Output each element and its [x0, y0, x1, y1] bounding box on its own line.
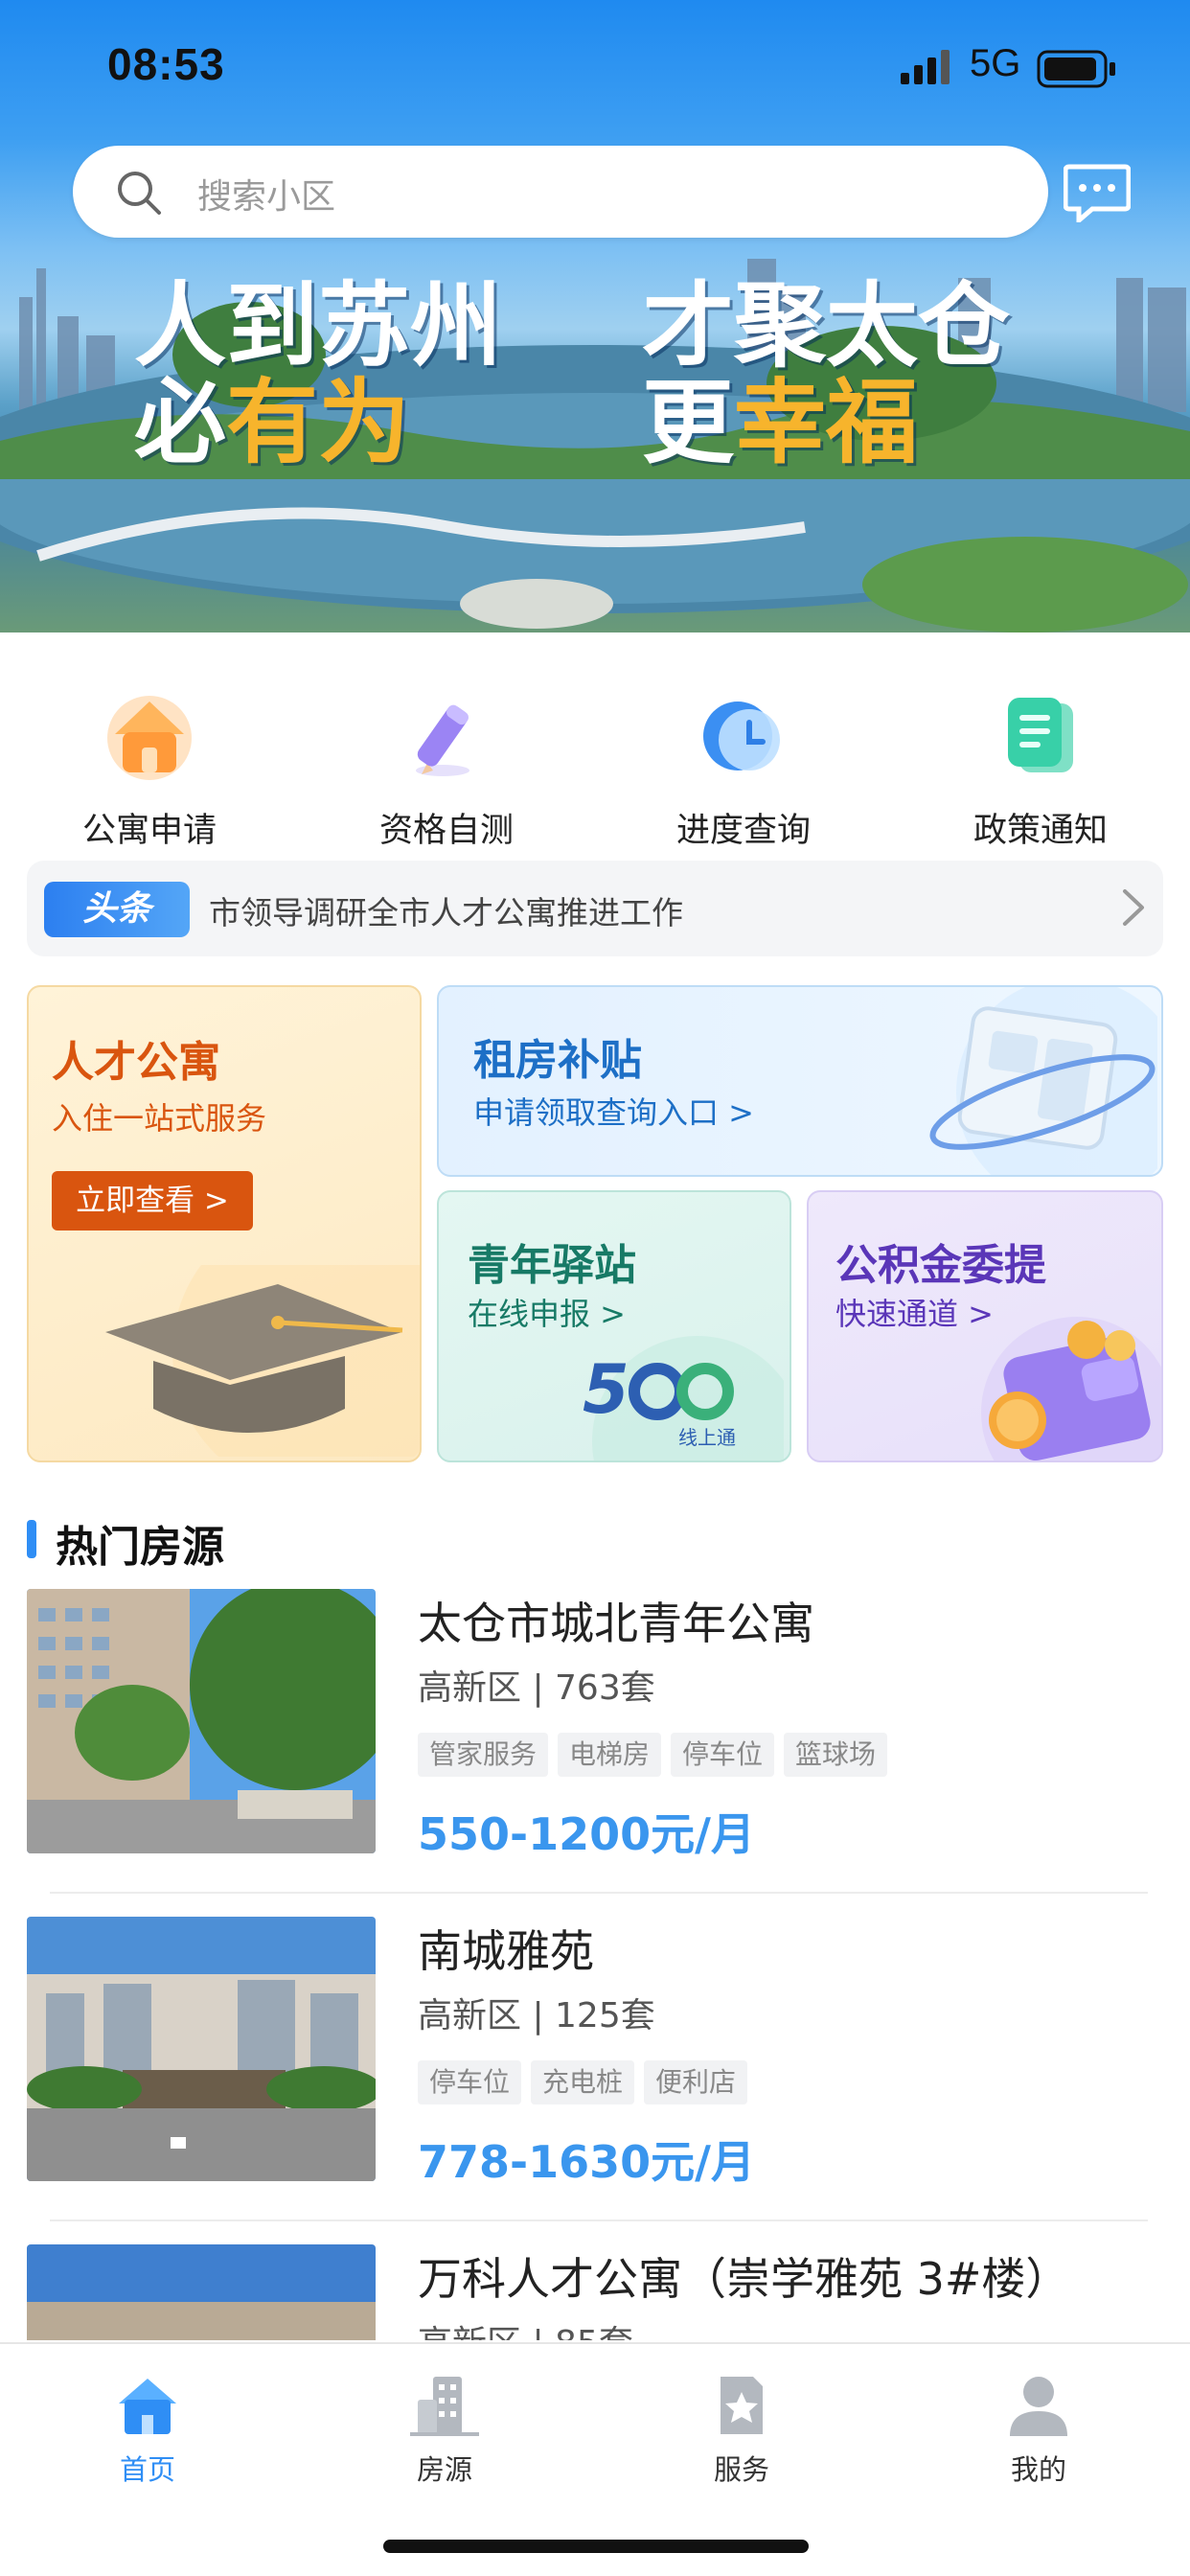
quick-entry-self-test[interactable]: 资格自测 — [322, 690, 571, 853]
listing-item[interactable]: 南城雅苑 高新区 | 125套 停车位 充电桩 便利店 778-1630元/月 — [27, 1917, 1163, 2204]
card-title: 公积金委提 — [835, 1241, 1046, 1290]
card-title: 人才公寓 — [52, 1038, 220, 1087]
listing-meta: 高新区 | 125套 — [418, 1996, 655, 2036]
message-icon[interactable] — [1064, 163, 1131, 222]
slogan-right-line1: 才聚太仓 — [642, 272, 1010, 380]
chevron-right-icon — [1123, 889, 1144, 926]
banner-slogan-right: 才聚太仓 更幸福 — [642, 278, 1010, 472]
home-indicator[interactable] — [383, 2540, 809, 2553]
card-youth-station[interactable]: 青年驿站 在线申报 > 5 线上通 — [437, 1190, 791, 1462]
listing-item[interactable]: 万科人才公寓（崇学雅苑 3#楼） 高新区 | 85套 — [27, 2244, 1163, 2340]
quick-entry-label: 公寓申请 — [81, 812, 217, 850]
pencil-icon — [416, 704, 469, 776]
listing-tag: 停车位 — [671, 1733, 775, 1777]
headline-tag: 头条 — [44, 882, 190, 937]
listing-tag: 便利店 — [644, 2060, 748, 2104]
slogan-right-line2: 更幸福 — [642, 374, 1010, 472]
youth-logo-text: 线上通 — [678, 1426, 736, 1449]
search-icon — [118, 172, 161, 215]
listing-photo — [27, 1589, 376, 1853]
document-icon — [1008, 698, 1073, 772]
card-subtitle: 在线申报 > — [468, 1296, 626, 1332]
quick-entry-label: 资格自测 — [378, 812, 514, 850]
search-input[interactable]: 搜索小区 — [73, 146, 1048, 238]
listing-divider — [50, 2220, 1148, 2221]
tab-label: 我的 — [1010, 2453, 1066, 2486]
network-type: 5G — [970, 42, 1021, 84]
tab-profile[interactable]: 我的 — [943, 2365, 1134, 2499]
status-time: 08:53 — [107, 39, 225, 89]
listing-name: 南城雅苑 — [418, 1925, 594, 1977]
graduation-cap-icon — [105, 1265, 420, 1457]
listing-meta: 高新区 | 763套 — [418, 1668, 655, 1708]
quick-entry-progress[interactable]: 进度查询 — [619, 690, 868, 853]
listing-photo — [27, 1917, 376, 2181]
slogan-right-char: 更 — [642, 368, 734, 476]
building-icon — [410, 2377, 479, 2436]
section-title: 热门房源 — [56, 1523, 224, 1572]
user-icon — [1010, 2377, 1067, 2436]
headline-text: 市领导调研全市人才公寓推进工作 — [209, 894, 683, 932]
status-bar: 08:53 5G — [0, 0, 1190, 134]
listing-price: 550-1200元/月 — [418, 1808, 755, 1860]
tab-services[interactable]: 服务 — [646, 2365, 837, 2499]
listing-photo — [27, 2244, 376, 2340]
wallet-coin-icon — [981, 1317, 1161, 1460]
slogan-left-line2: 必有为 — [134, 374, 502, 472]
tab-label: 房源 — [416, 2453, 472, 2486]
youth-500-logo-icon: 5 — [583, 1336, 784, 1460]
listing-divider — [50, 1892, 1148, 1894]
listing-tags: 停车位 充电桩 便利店 — [418, 2060, 748, 2104]
slogan-left-accent: 有为 — [226, 368, 410, 476]
listing-item[interactable]: 太仓市城北青年公寓 高新区 | 763套 管家服务 电梯房 停车位 篮球场 55… — [27, 1589, 1163, 1876]
card-subtitle: 入住一站式服务 — [52, 1100, 267, 1137]
headline-news[interactable]: 头条 市领导调研全市人才公寓推进工作 — [27, 861, 1163, 956]
clock-icon — [703, 702, 780, 770]
slogan-left-char: 必 — [134, 368, 226, 476]
listing-tag: 停车位 — [418, 2060, 522, 2104]
quick-entry-policy[interactable]: 政策通知 — [916, 690, 1165, 853]
card-provident-fund[interactable]: 公积金委提 快速通道 > — [807, 1190, 1163, 1462]
listing-tag: 充电桩 — [531, 2060, 635, 2104]
tab-label: 首页 — [119, 2453, 175, 2486]
cellular-signal-icon — [901, 50, 950, 84]
tab-listings[interactable]: 房源 — [349, 2365, 540, 2499]
search-placeholder: 搜索小区 — [197, 177, 336, 217]
listing-tag: 篮球场 — [784, 1733, 888, 1777]
battery-icon — [1037, 50, 1115, 88]
card-title: 青年驿站 — [468, 1241, 636, 1290]
listing-tags: 管家服务 电梯房 停车位 篮球场 — [418, 1733, 888, 1777]
slogan-left-line1: 人到苏州 — [134, 272, 502, 380]
house-icon — [107, 696, 192, 780]
svg-text:5: 5 — [583, 1350, 629, 1429]
quick-entry-label: 政策通知 — [973, 812, 1108, 850]
listing-name: 太仓市城北青年公寓 — [418, 1598, 814, 1649]
tab-label: 服务 — [713, 2453, 769, 2486]
star-badge-icon — [721, 2377, 763, 2434]
banner-slogan-left: 人到苏州 必有为 — [134, 278, 502, 472]
listing-tag: 电梯房 — [558, 1733, 662, 1777]
listing-meta: 高新区 | 85套 — [418, 2315, 633, 2340]
card-device-illustration — [929, 987, 1157, 1175]
card-title: 租房补贴 — [473, 1036, 642, 1085]
listing-tag: 管家服务 — [418, 1733, 549, 1777]
tab-home[interactable]: 首页 — [52, 2365, 243, 2499]
card-subtitle: 申请领取查询入口 > — [473, 1094, 754, 1131]
slogan-right-accent: 幸福 — [734, 368, 918, 476]
section-accent-bar — [27, 1520, 36, 1558]
listing-price: 778-1630元/月 — [418, 2136, 755, 2188]
card-rent-subsidy[interactable]: 租房补贴 申请领取查询入口 > — [437, 985, 1163, 1177]
quick-entries: 公寓申请 资格自测 进度查询 政策通知 — [0, 690, 1190, 853]
listing-name: 万科人才公寓（崇学雅苑 3#楼） — [418, 2253, 1070, 2305]
hero-banner[interactable]: 08:53 5G 搜索小区 人到苏州 必有为 才聚太仓 更幸福 — [0, 0, 1190, 632]
quick-entry-apartment-apply[interactable]: 公寓申请 — [25, 690, 274, 853]
home-icon — [119, 2379, 176, 2434]
card-talent-apartment[interactable]: 人才公寓 入住一站式服务 立即查看 > — [27, 985, 422, 1462]
view-now-button[interactable]: 立即查看 > — [52, 1171, 253, 1230]
quick-entry-label: 进度查询 — [675, 812, 811, 850]
